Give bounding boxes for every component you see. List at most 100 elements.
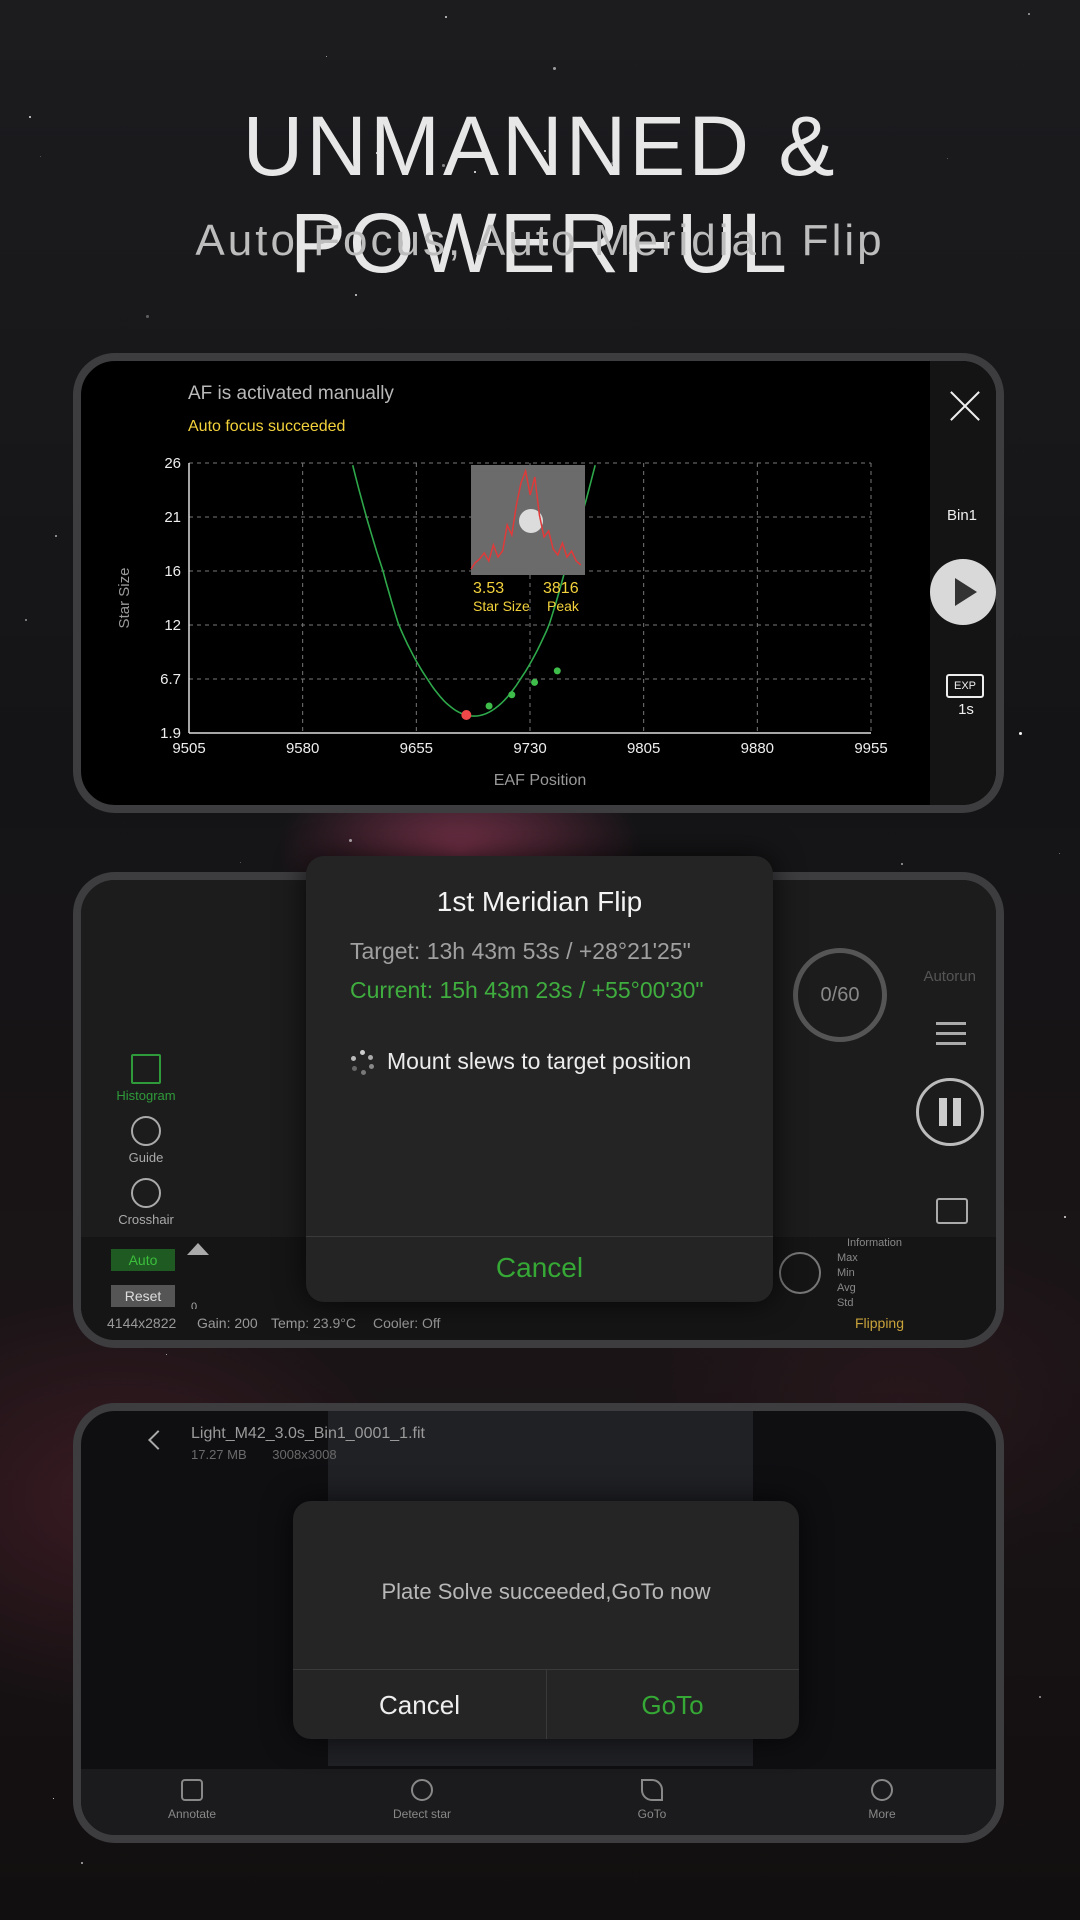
pause-button[interactable]	[916, 1078, 984, 1146]
crosshair-label: Crosshair	[118, 1212, 174, 1227]
star-dot	[53, 1798, 55, 1800]
autofocus-sidebar: Bin1 EXP 1s	[930, 361, 996, 805]
data-point	[553, 667, 561, 675]
list-icon[interactable]	[936, 1022, 966, 1046]
image-dimensions: 3008x3008	[272, 1447, 337, 1462]
tab-more-label: More	[868, 1807, 896, 1821]
star-dot	[1059, 853, 1061, 855]
best-focus-point	[461, 710, 472, 720]
y-tick-label: 21	[164, 509, 181, 526]
x-tick-label: 9880	[741, 740, 774, 757]
temp-text: Temp: 23.9°C	[271, 1315, 356, 1331]
crosshair-button[interactable]: Crosshair	[101, 1178, 191, 1227]
information-panel: Information Max Min Avg Std	[837, 1236, 902, 1311]
y-tick-label: 6.7	[160, 671, 181, 688]
histogram-label: Histogram	[116, 1088, 176, 1103]
x-tick-label: 9655	[400, 740, 433, 757]
af-status: Auto focus succeeded	[188, 418, 346, 435]
close-icon[interactable]	[948, 389, 982, 423]
peak-label: Peak	[547, 598, 580, 614]
flipping-status: Flipping	[854, 1315, 904, 1331]
annotate-icon	[181, 1779, 203, 1801]
star-dot	[1064, 1216, 1067, 1219]
tab-more[interactable]: More	[822, 1779, 942, 1821]
tab-detect-star-label: Detect star	[392, 1807, 452, 1821]
bin-label[interactable]: Bin1	[936, 507, 988, 524]
histogram-icon	[131, 1054, 161, 1084]
star-dot	[81, 1862, 83, 1864]
y-axis-label: Star Size	[116, 568, 133, 629]
information-title: Information	[846, 1237, 902, 1249]
meridian-flip-dialog: 1st Meridian Flip Target: 13h 43m 53s / …	[306, 856, 773, 1302]
crosshair-icon	[131, 1178, 161, 1208]
zoom-in-icon[interactable]	[779, 1252, 821, 1294]
gain-text: Gain: 200	[197, 1315, 258, 1331]
autorun-label[interactable]: Autorun	[923, 968, 976, 985]
x-tick-label: 9805	[627, 740, 660, 757]
x-tick-label: 9730	[513, 740, 546, 757]
x-tick-label: 9580	[286, 740, 319, 757]
cooler-text: Cooler: Off	[373, 1315, 441, 1331]
detect-star-icon	[411, 1779, 433, 1801]
exp-badge[interactable]: EXP	[946, 674, 984, 698]
star-size-value: 3.53	[473, 580, 504, 597]
dialog-title: 1st Meridian Flip	[436, 886, 643, 917]
camera-status-bar: 4144x2822 Gain: 200 Temp: 23.9°C Cooler:…	[81, 1309, 996, 1340]
auto-button[interactable]: Auto	[111, 1249, 175, 1271]
star-dot	[166, 1354, 168, 1356]
af-title: AF is activated manually	[188, 383, 394, 404]
subheadline: Auto Focus, Auto Meridian Flip	[195, 216, 885, 265]
star-dot	[1028, 13, 1030, 15]
star-dot	[355, 294, 358, 297]
dialog-divider	[306, 1236, 773, 1237]
star-dot	[146, 315, 149, 318]
data-point	[531, 678, 539, 686]
peak-value: 3816	[543, 580, 579, 597]
y-tick-label: 16	[164, 563, 181, 580]
loading-spinner-icon	[350, 1050, 374, 1076]
y-tick-label: 1.9	[160, 725, 181, 742]
info-min: Min	[836, 1267, 855, 1279]
cancel-button[interactable]: Cancel	[306, 1252, 773, 1284]
x-tick-label: 9955	[854, 740, 887, 757]
star-dot	[1019, 732, 1022, 735]
plate-solve-message: Plate Solve succeeded,GoTo now	[381, 1579, 711, 1604]
file-meta: 17.27 MB 3008x3008	[191, 1447, 359, 1462]
resolution-text: 4144x2822	[107, 1315, 177, 1331]
back-icon[interactable]	[148, 1430, 168, 1450]
star-dot	[25, 619, 28, 622]
data-point	[485, 702, 493, 710]
star-dot	[349, 839, 353, 843]
plate-solve-dialog: Plate Solve succeeded,GoTo now Cancel Go…	[293, 1501, 799, 1739]
autofocus-screen: 9505 9580 9655 9730 9805 9880 9955 1.9 6.7 12 16 21…	[73, 353, 1004, 813]
cancel-button[interactable]: Cancel	[293, 1690, 546, 1721]
tab-detect-star[interactable]: Detect star	[362, 1779, 482, 1821]
guide-label: Guide	[128, 1150, 164, 1165]
tab-goto-label: GoTo	[637, 1807, 667, 1821]
tab-annotate[interactable]: Annotate	[132, 1779, 252, 1821]
star-dot	[326, 56, 328, 58]
tab-goto[interactable]: GoTo	[592, 1779, 712, 1821]
star-dot	[901, 863, 903, 865]
info-max: Max	[836, 1252, 858, 1264]
play-button[interactable]	[930, 559, 996, 625]
guide-button[interactable]: Guide	[101, 1116, 191, 1165]
file-size: 17.27 MB	[191, 1447, 247, 1462]
mount-status-text: Mount slews to target position	[387, 1048, 692, 1074]
star-dot	[240, 862, 242, 864]
histogram-marker-icon[interactable]	[187, 1243, 209, 1255]
target-coordinates: Target: 13h 43m 53s / +28°21'25"	[350, 938, 691, 964]
viewer-toolbar: Annotate Detect star GoTo More	[81, 1769, 996, 1835]
y-tick-label: 26	[164, 455, 181, 472]
data-point	[508, 691, 516, 699]
x-tick-label: 9505	[172, 740, 205, 757]
goto-button[interactable]: GoTo	[546, 1690, 799, 1721]
reset-button[interactable]: Reset	[111, 1285, 175, 1307]
capture-progress: 0/60	[793, 948, 887, 1042]
histogram-button[interactable]: Histogram	[101, 1054, 191, 1103]
x-axis-label: EAF Position	[494, 772, 586, 789]
tab-annotate-label: Annotate	[167, 1807, 217, 1821]
guide-icon	[131, 1116, 161, 1146]
more-icon	[871, 1779, 893, 1801]
image-gallery-icon[interactable]	[936, 1198, 968, 1224]
